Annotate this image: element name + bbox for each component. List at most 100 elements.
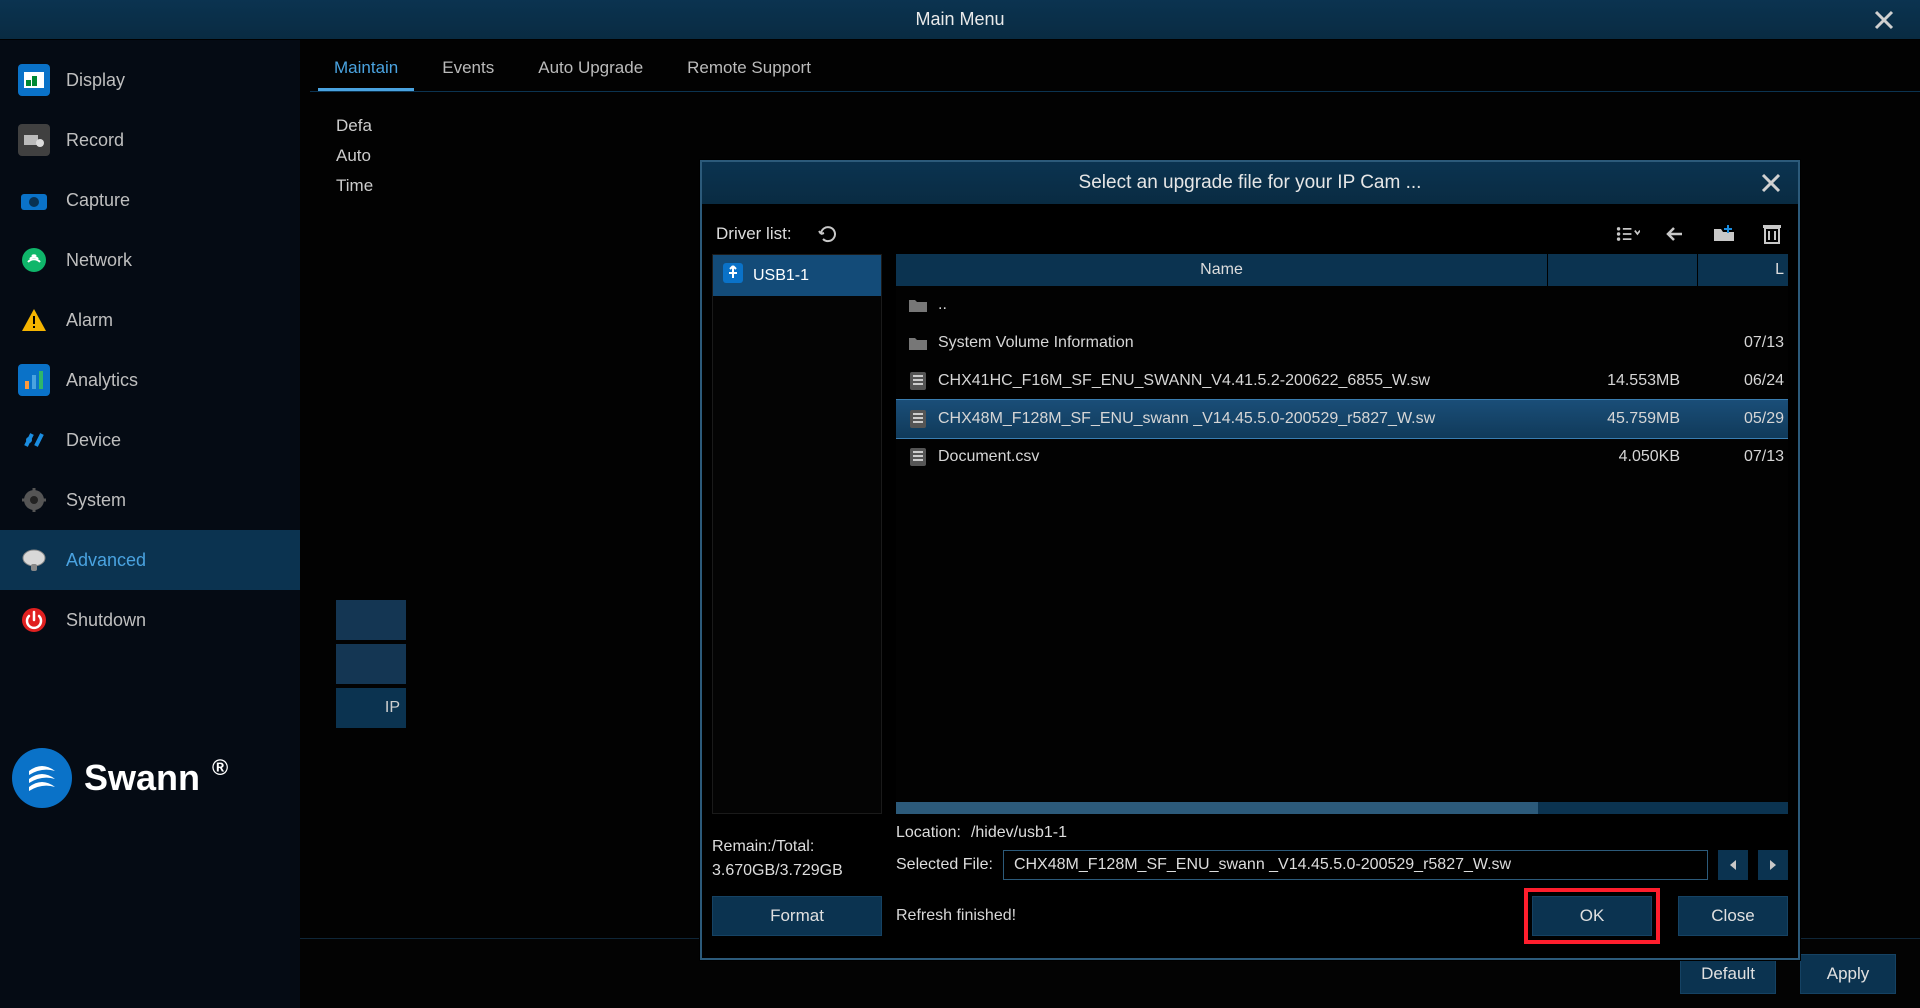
tab-maintain[interactable]: Maintain: [318, 48, 414, 91]
sidebar-item-system[interactable]: System: [0, 470, 300, 530]
driver-list-label: Driver list:: [716, 224, 792, 244]
drive-item-label: USB1-1: [753, 267, 809, 285]
file-row[interactable]: CHX41HC_F16M_SF_ENU_SWANN_V4.41.5.2-2006…: [896, 362, 1788, 400]
horizontal-scrollbar[interactable]: [896, 802, 1788, 814]
sidebar-item-device[interactable]: Device: [0, 410, 300, 470]
sidebar-item-capture[interactable]: Capture: [0, 170, 300, 230]
next-file-button[interactable]: [1758, 850, 1788, 880]
scrollbar-thumb[interactable]: [896, 802, 1538, 814]
col-name[interactable]: Name: [896, 254, 1548, 286]
close-button[interactable]: Close: [1678, 896, 1788, 936]
sidebar-item-advanced[interactable]: Advanced: [0, 530, 300, 590]
sidebar-item-label: Display: [66, 70, 125, 91]
apply-button[interactable]: Apply: [1800, 954, 1896, 994]
alarm-icon: [18, 304, 50, 336]
sidebar-item-label: Network: [66, 250, 132, 271]
file-name: ..: [938, 296, 947, 314]
main-panel: Maintain Events Auto Upgrade Remote Supp…: [300, 40, 1920, 1008]
file-size: 14.553MB: [1548, 372, 1698, 390]
folder-icon: [908, 295, 928, 315]
sidebar-item-label: Record: [66, 130, 124, 151]
brand-text: Swann: [84, 757, 200, 799]
modal-toolbar: Driver list:: [712, 214, 1788, 254]
window-close-button[interactable]: [1868, 4, 1900, 36]
sidebar-item-record[interactable]: Record: [0, 110, 300, 170]
sidebar-item-network[interactable]: Network: [0, 230, 300, 290]
swann-logo-icon: [12, 748, 72, 808]
folder-icon: [908, 333, 928, 353]
ok-button-highlight: OK: [1524, 888, 1660, 944]
file-date: 05/29: [1698, 410, 1788, 428]
file-pane: Name L .. System Volume Information 07/13 C…: [896, 254, 1788, 814]
file-name: System Volume Information: [938, 334, 1134, 352]
file-name: CHX48M_F128M_SF_ENU_swann _V14.45.5.0-20…: [938, 410, 1435, 428]
sidebar-item-label: Capture: [66, 190, 130, 211]
location-label: Location:: [896, 824, 961, 842]
sidebar-item-shutdown[interactable]: Shutdown: [0, 590, 300, 650]
tab-events[interactable]: Events: [426, 48, 510, 91]
capture-icon: [18, 184, 50, 216]
stub-panel: IP: [336, 600, 406, 732]
format-button[interactable]: Format: [712, 896, 882, 936]
shutdown-icon: [18, 604, 50, 636]
col-size[interactable]: [1548, 254, 1698, 286]
window-title: Main Menu: [915, 9, 1004, 30]
sidebar-item-label: Shutdown: [66, 610, 146, 631]
file-name: CHX41HC_F16M_SF_ENU_SWANN_V4.41.5.2-2006…: [938, 372, 1430, 390]
file-row[interactable]: CHX48M_F128M_SF_ENU_swann _V14.45.5.0-20…: [896, 400, 1788, 438]
sidebar-item-label: System: [66, 490, 126, 511]
delete-icon[interactable]: [1760, 222, 1784, 246]
modal-titlebar: Select an upgrade file for your IP Cam .…: [702, 162, 1798, 204]
file-date: 07/13: [1698, 448, 1788, 466]
file-row[interactable]: System Volume Information 07/13: [896, 324, 1788, 362]
record-icon: [18, 124, 50, 156]
new-folder-icon[interactable]: [1712, 222, 1736, 246]
sidebar: Display Record Capture Network Alarm: [0, 40, 300, 1008]
modal-title-text: Select an upgrade file for your IP Cam .…: [1079, 172, 1422, 194]
form-label: Time: [336, 176, 416, 196]
view-list-icon[interactable]: [1616, 222, 1640, 246]
modal-close-button[interactable]: [1754, 166, 1788, 200]
col-date[interactable]: L: [1698, 254, 1788, 286]
selected-file-input[interactable]: [1003, 850, 1708, 880]
file-row[interactable]: Document.csv 4.050KB07/13: [896, 438, 1788, 476]
titlebar: Main Menu: [0, 0, 1920, 40]
remain-total-label: Remain:/Total:: [712, 838, 882, 856]
sidebar-item-label: Device: [66, 430, 121, 451]
prev-file-button[interactable]: [1718, 850, 1748, 880]
stub-row: [336, 644, 406, 684]
drive-list: USB1-1: [712, 254, 882, 814]
display-icon: [18, 64, 50, 96]
sidebar-item-display[interactable]: Display: [0, 50, 300, 110]
file-picker-modal: Select an upgrade file for your IP Cam .…: [700, 160, 1800, 960]
file-icon: [908, 371, 928, 391]
file-name: Document.csv: [938, 448, 1039, 466]
back-icon[interactable]: [1664, 222, 1688, 246]
brand-logo: Swann®: [0, 708, 300, 1008]
form-label: Defa: [336, 116, 416, 136]
usb-icon: [723, 263, 743, 288]
drive-item-usb[interactable]: USB1-1: [713, 255, 881, 296]
file-date: 07/13: [1698, 334, 1788, 352]
form-label: Auto: [336, 146, 416, 166]
file-header: Name L: [896, 254, 1788, 286]
sidebar-item-analytics[interactable]: Analytics: [0, 350, 300, 410]
tab-bar: Maintain Events Auto Upgrade Remote Supp…: [310, 40, 1920, 92]
file-row[interactable]: ..: [896, 286, 1788, 324]
sidebar-item-label: Analytics: [66, 370, 138, 391]
sidebar-item-label: Alarm: [66, 310, 113, 331]
system-icon: [18, 484, 50, 516]
network-icon: [18, 244, 50, 276]
sidebar-item-label: Advanced: [66, 550, 146, 571]
file-size: 4.050KB: [1548, 448, 1698, 466]
stub-row: [336, 600, 406, 640]
advanced-icon: [18, 544, 50, 576]
stub-label: IP: [336, 688, 406, 728]
ok-button[interactable]: OK: [1532, 896, 1652, 936]
tab-remote-support[interactable]: Remote Support: [671, 48, 827, 91]
sidebar-item-alarm[interactable]: Alarm: [0, 290, 300, 350]
refresh-icon[interactable]: [816, 222, 840, 246]
file-date: 06/24: [1698, 372, 1788, 390]
file-icon: [908, 447, 928, 467]
tab-auto-upgrade[interactable]: Auto Upgrade: [522, 48, 659, 91]
